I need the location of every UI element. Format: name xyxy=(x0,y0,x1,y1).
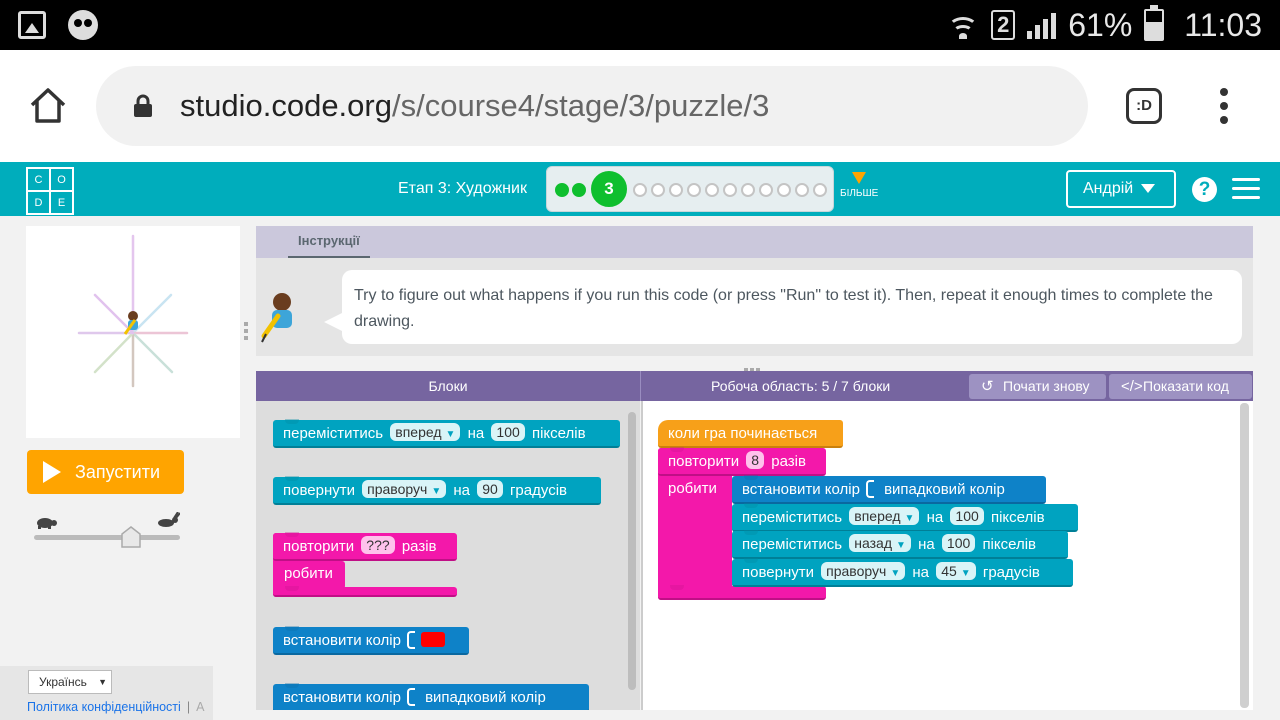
program-repeat-header: повторити 8 разів xyxy=(658,448,826,476)
program-move-forward-distance[interactable]: 100 xyxy=(950,507,984,525)
code-org-logo[interactable]: CO DE xyxy=(26,167,74,215)
workspace-title: Робоча область: 5 / 7 блоки xyxy=(711,378,891,394)
toolbox-scrollbar[interactable] xyxy=(628,412,636,690)
puzzle-dot-13[interactable] xyxy=(795,183,809,197)
artist-avatar-icon xyxy=(261,293,292,343)
instructions-text: Try to figure out what happens if you ru… xyxy=(324,270,1242,344)
extension-icon[interactable]: :D xyxy=(1126,88,1162,124)
drawing-canvas xyxy=(26,226,240,438)
url-text[interactable]: studio.code.org/s/course4/stage/3/puzzle… xyxy=(180,88,769,124)
program-move-back-direction[interactable]: назад ▼ xyxy=(849,534,911,552)
instructions-panel: Інструкції Try to figure out what happen… xyxy=(256,226,1253,356)
puzzle-dot-9[interactable] xyxy=(723,183,737,197)
home-icon[interactable] xyxy=(28,86,68,124)
footer-area: Українсь Політика конфіденційності | А xyxy=(0,666,213,720)
puzzle-dot-8[interactable] xyxy=(705,183,719,197)
start-over-button[interactable]: ↺ Почати знову xyxy=(969,374,1106,399)
code-icon: </> xyxy=(1121,378,1143,395)
more-options-icon[interactable] xyxy=(1218,88,1230,124)
puzzle-dot-4[interactable] xyxy=(633,183,647,197)
show-code-button[interactable]: </> Показати код xyxy=(1109,374,1252,399)
language-select[interactable]: Українсь xyxy=(28,670,112,694)
program-repeat-do-label: робити xyxy=(668,480,717,497)
wifi-icon xyxy=(947,11,979,39)
program-turn-direction[interactable]: праворуч ▼ xyxy=(821,562,906,580)
repeat-do-label: робити xyxy=(284,565,333,582)
puzzle-dot-5[interactable] xyxy=(651,183,665,197)
toolbox-turn-block[interactable]: повернути праворуч ▼ на 90 градусів xyxy=(273,477,601,505)
program-turn-angle[interactable]: 45 ▼ xyxy=(936,562,976,580)
reset-icon: ↺ xyxy=(981,378,994,395)
puzzle-dot-1[interactable] xyxy=(555,183,569,197)
turn-direction-dropdown[interactable]: праворуч ▼ xyxy=(362,480,447,498)
user-menu-button[interactable]: Андрій xyxy=(1066,170,1176,208)
instructions-resize-handle[interactable] xyxy=(744,359,766,372)
footer-truncated-link[interactable]: А xyxy=(196,700,204,714)
sim-slot-icon: 2 xyxy=(991,10,1016,40)
program-move-back-distance[interactable]: 100 xyxy=(941,534,976,552)
puzzle-dot-12[interactable] xyxy=(777,183,791,197)
tab-instructions[interactable]: Інструкції xyxy=(288,226,370,258)
panel-resize-handle[interactable] xyxy=(244,322,250,344)
footer-separator: | xyxy=(186,700,191,714)
puzzle-dot-7[interactable] xyxy=(687,183,701,197)
puzzle-dot-14[interactable] xyxy=(813,183,827,197)
address-bar[interactable]: studio.code.org/s/course4/stage/3/puzzle… xyxy=(96,66,1088,146)
distance-field[interactable]: 100 xyxy=(491,423,525,441)
program-move-forward-block[interactable]: переміститись вперед ▼ на 100 пікселів xyxy=(732,504,1078,532)
program-move-back-block[interactable]: переміститись назад ▼ на 100 пікселів xyxy=(732,531,1068,559)
toolbox-set-color-block[interactable]: встановити колір xyxy=(273,627,469,655)
repeat-header: повторити ??? разів xyxy=(273,533,457,561)
puzzle-dot-6[interactable] xyxy=(669,183,683,197)
caret-down-icon xyxy=(1141,184,1156,194)
speed-slider-track[interactable] xyxy=(34,535,180,540)
stage-title[interactable]: Етап 3: Художник xyxy=(398,180,527,198)
puzzle-dot-10[interactable] xyxy=(741,183,755,197)
blocks-toolbox: переміститись вперед ▼ на 100 пікселів по… xyxy=(256,401,640,710)
clock: 11:03 xyxy=(1184,6,1262,43)
puzzle-progress: 3 xyxy=(546,166,834,212)
program-move-forward-direction[interactable]: вперед ▼ xyxy=(849,507,920,525)
skull-notification-icon xyxy=(68,10,98,40)
gallery-notification-icon xyxy=(18,11,46,39)
toolbox-move-block[interactable]: переміститись вперед ▼ на 100 пікселів xyxy=(273,420,620,448)
program-set-color-block[interactable]: встановити колір випадковий колір xyxy=(732,476,1046,504)
program-turn-block[interactable]: повернути праворуч ▼ на 45 ▼ градусів xyxy=(732,559,1073,587)
toolbox-title: Блоки xyxy=(428,378,468,394)
privacy-policy-link[interactable]: Політика конфіденційності xyxy=(27,700,181,714)
color-swatch[interactable] xyxy=(420,632,445,647)
puzzle-dot-2[interactable] xyxy=(572,183,586,197)
browser-toolbar: studio.code.org/s/course4/stage/3/puzzle… xyxy=(0,50,1280,162)
program-repeat-footer xyxy=(658,586,826,600)
battery-icon xyxy=(1144,5,1165,41)
program-repeat-count[interactable]: 8 xyxy=(746,451,765,469)
puzzle-dot-current[interactable]: 3 xyxy=(591,171,627,207)
more-stages-button[interactable]: БІЛЬШЕ xyxy=(840,172,878,199)
direction-dropdown[interactable]: вперед ▼ xyxy=(390,423,461,441)
code-org-header: CO DE Етап 3: Художник 3 БІЛЬШЕ Андрій ? xyxy=(0,162,1280,216)
drawing-svg xyxy=(77,234,189,388)
help-icon[interactable]: ? xyxy=(1192,177,1217,202)
signal-icon xyxy=(1027,11,1057,39)
play-icon xyxy=(43,461,61,483)
workspace-scrollbar[interactable] xyxy=(1240,403,1249,708)
triangle-down-icon xyxy=(852,172,867,184)
turtle-icon[interactable] xyxy=(34,515,58,529)
workspace-header: Блоки Робоча область: 5 / 7 блоки ↺ Почат… xyxy=(256,371,1253,401)
run-button[interactable]: Запустити xyxy=(27,450,184,494)
repeat-count-field[interactable]: ??? xyxy=(361,536,395,554)
lock-icon xyxy=(134,94,152,117)
angle-field[interactable]: 90 xyxy=(477,480,503,498)
repeat-footer xyxy=(273,587,457,597)
battery-percent: 61% xyxy=(1068,6,1133,43)
when-run-block[interactable]: коли гра починається xyxy=(658,420,843,448)
toolbox-set-random-color-block[interactable]: встановити колір випадковий колір xyxy=(273,684,589,710)
speed-slider-handle[interactable] xyxy=(121,526,141,548)
hamburger-menu-icon[interactable] xyxy=(1232,178,1260,200)
puzzle-dot-11[interactable] xyxy=(759,183,773,197)
status-bar: 2 61% 11:03 xyxy=(0,0,1280,50)
rabbit-icon[interactable] xyxy=(156,512,180,528)
